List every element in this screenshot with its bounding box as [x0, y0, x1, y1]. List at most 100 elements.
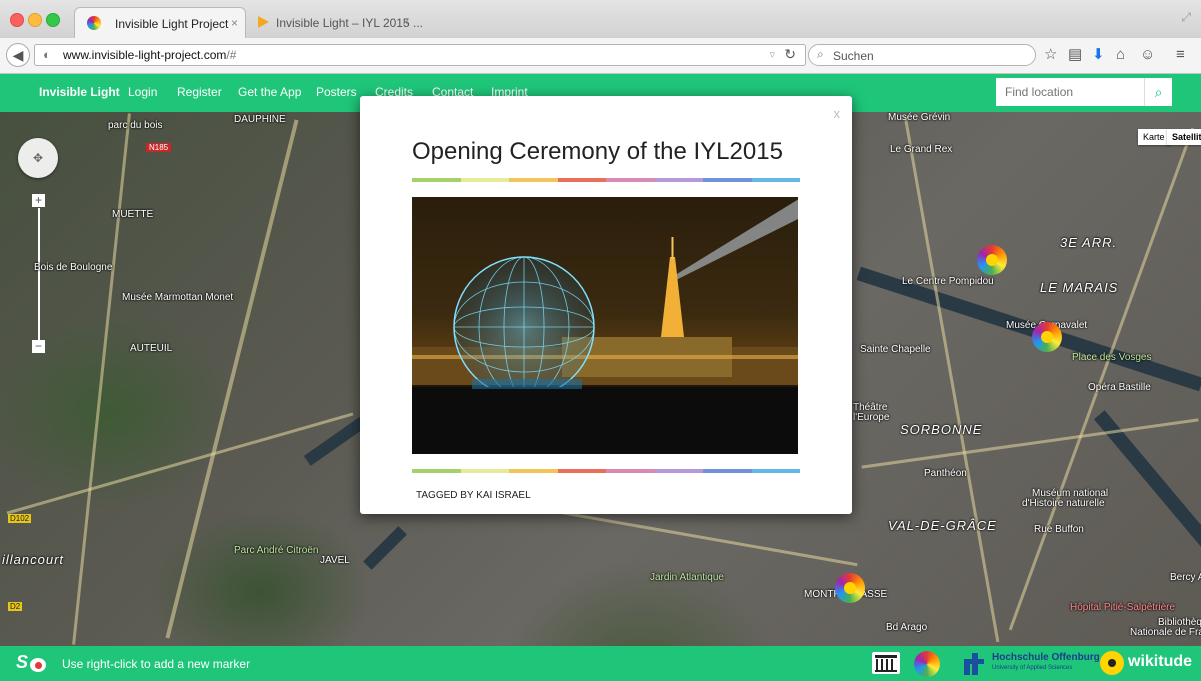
nav-login[interactable]: Login — [128, 85, 157, 99]
rainbow-segment — [606, 469, 655, 473]
road — [903, 115, 1000, 643]
map-label: Bd Arago — [886, 622, 928, 633]
chat-icon[interactable]: ☺ — [1140, 46, 1155, 64]
nav-register[interactable]: Register — [177, 85, 222, 99]
map-type-karte[interactable]: Karte — [1138, 129, 1170, 145]
zoom-slider-track[interactable] — [38, 208, 40, 340]
map-label: Panthéon — [924, 468, 967, 479]
road-shield: N185 — [146, 143, 172, 152]
dropdown-arrow-icon[interactable]: ▿ — [769, 48, 775, 61]
browser-tab-bar: Invisible Light Project × Invisible Ligh… — [0, 0, 1201, 39]
fullscreen-icon[interactable]: ⤢ — [1181, 10, 1191, 25]
close-window-button[interactable] — [10, 13, 24, 27]
rainbow-segment — [412, 469, 461, 473]
map-label: Opéra Bastille — [1088, 382, 1151, 393]
favicon-icon — [87, 16, 101, 30]
find-location-search-icon[interactable]: ⌕ — [1144, 78, 1172, 106]
zoom-out-button[interactable]: − — [32, 340, 45, 353]
river — [1093, 410, 1201, 588]
url-bar[interactable]: ◐ www.invisible-light-project.com/# ▿ ↻ — [34, 44, 806, 66]
rainbow-segment — [703, 178, 752, 182]
rainbow-segment — [703, 469, 752, 473]
tab-close-icon[interactable]: × — [231, 16, 238, 30]
zoom-window-button[interactable] — [46, 13, 60, 27]
search-placeholder: Suchen — [833, 49, 874, 63]
partner-hochschule[interactable]: Hochschule Offenburg — [992, 652, 1100, 663]
map-label: MUETTE — [112, 209, 154, 220]
map-label: Rue Buffon — [1034, 524, 1084, 535]
event-photo-illustration — [412, 199, 798, 454]
url-host: www.invisible-light-project.com — [63, 48, 227, 62]
road — [72, 113, 131, 645]
hochschule-logo-icon[interactable] — [964, 653, 986, 675]
map-label: Bois de Boulogne — [34, 262, 113, 273]
road-shield: D2 — [8, 602, 23, 611]
rainbow-segment — [509, 469, 558, 473]
rainbow-segment — [557, 178, 606, 182]
rainbow-segment — [460, 469, 509, 473]
map-label: 3E ARR. — [1060, 235, 1118, 250]
map-label: illancourt — [2, 552, 65, 567]
map-label: Le Grand Rex — [890, 144, 953, 155]
nav-posters[interactable]: Posters — [316, 85, 357, 99]
bookmark-star-icon[interactable]: ☆ — [1044, 46, 1057, 64]
map-label: parc du bois — [108, 120, 163, 131]
map-label: DAUPHINE — [234, 114, 286, 125]
menu-icon[interactable]: ≡ — [1176, 46, 1185, 64]
rainbow-divider — [412, 469, 800, 473]
event-modal: x Opening Ceremony of the IYL2015 TAGGED… — [360, 96, 852, 514]
map-label: d'Histoire naturelle — [1022, 498, 1105, 509]
tab-close-icon[interactable]: × — [402, 15, 409, 29]
event-marker-icon[interactable] — [835, 573, 865, 603]
road — [6, 412, 354, 515]
rainbow-segment — [654, 178, 703, 182]
rainbow-segment — [751, 469, 800, 473]
reading-list-icon[interactable]: ▤ — [1068, 46, 1082, 64]
partner-wikitude[interactable]: wikitude — [1128, 653, 1192, 671]
back-button[interactable]: ◀ — [6, 43, 30, 67]
map-label: Le Centre Pompidou — [902, 276, 994, 287]
map-label: Musée Marmottan Monet — [122, 292, 234, 303]
zoom-in-button[interactable]: + — [32, 194, 45, 207]
tagged-by: TAGGED BY KAI ISRAEL — [416, 490, 531, 501]
wikitude-logo-icon[interactable] — [1100, 651, 1124, 675]
partner-hochschule-sub: University of Applied Sciences — [992, 665, 1073, 671]
event-marker-icon[interactable] — [977, 245, 1007, 275]
map-label: Nationale de Fran — [1130, 627, 1201, 638]
map-label: Jardin Atlantique — [650, 572, 724, 583]
unesco-logo-icon[interactable] — [872, 652, 900, 674]
play-favicon-icon — [258, 16, 269, 28]
map-type-satellit[interactable]: Satellit — [1167, 129, 1201, 145]
map-label: AUTEUIL — [130, 343, 173, 354]
tab-label: Invisible Light – IYL 2015 ... — [276, 16, 423, 30]
map-label: Hôpital Pitié-Salpêtrière — [1070, 602, 1176, 613]
map-label: JAVEL — [320, 555, 350, 566]
tab-label: Invisible Light Project — [115, 17, 229, 31]
nav-get-the-app[interactable]: Get the App — [238, 85, 301, 99]
map-label: Parc André Citroën — [234, 545, 319, 556]
nav-invisible-light[interactable]: Invisible Light — [39, 85, 120, 99]
search-field[interactable]: ⌕ Suchen — [808, 44, 1036, 66]
footer-bar: S Use right-click to add a new marker Ho… — [0, 646, 1201, 681]
minimize-window-button[interactable] — [28, 13, 42, 27]
event-marker-icon[interactable] — [1032, 322, 1062, 352]
url-path: /# — [226, 48, 237, 62]
reload-icon[interactable]: ↻ — [784, 46, 796, 63]
rainbow-segment — [509, 178, 558, 182]
home-icon[interactable]: ⌂ — [1116, 46, 1125, 64]
tab-iyl-2015[interactable]: Invisible Light – IYL 2015 ... × — [250, 7, 423, 38]
pan-control[interactable]: ✥ — [18, 138, 58, 178]
download-icon[interactable]: ⬇ — [1092, 46, 1105, 64]
tab-invisible-light-project[interactable]: Invisible Light Project × — [74, 7, 246, 38]
map-label: Bercy Ar — [1170, 572, 1201, 583]
rainbow-segment — [557, 469, 606, 473]
event-photo — [412, 197, 798, 454]
rainbow-segment — [654, 469, 703, 473]
iyl-logo-icon[interactable] — [914, 651, 940, 677]
browser-nav-bar: ◀ ◐ www.invisible-light-project.com/# ▿ … — [0, 38, 1201, 74]
modal-title: Opening Ceremony of the IYL2015 — [412, 138, 783, 165]
road-shield: D102 — [8, 514, 32, 523]
modal-close-icon[interactable]: x — [834, 106, 841, 121]
find-location-input[interactable] — [996, 78, 1144, 106]
map-label: SORBONNE — [900, 422, 983, 437]
